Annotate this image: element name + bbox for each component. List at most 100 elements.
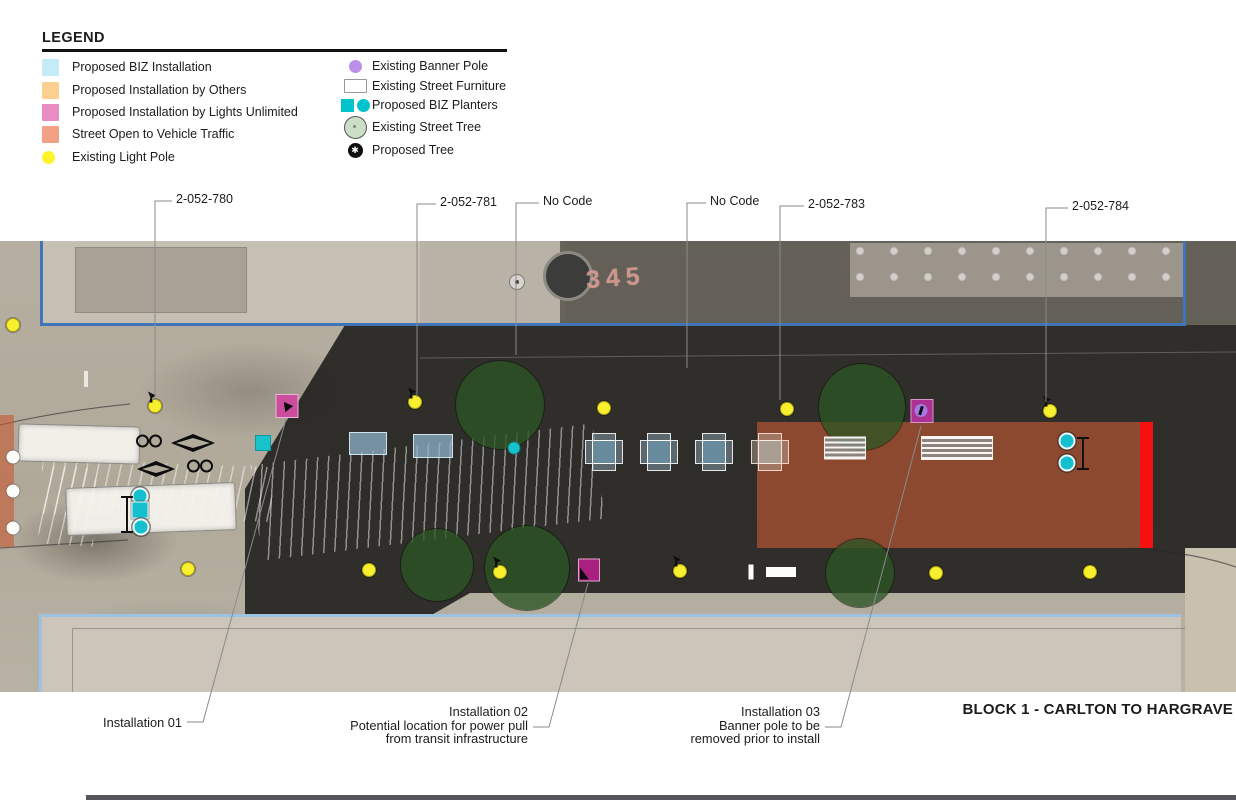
legend-item-label: Proposed Tree xyxy=(372,143,454,157)
legend-item-label: Proposed BIZ Installation xyxy=(72,60,212,74)
pavement-mark xyxy=(84,371,88,387)
pole-code-callout: 2-052-781 xyxy=(440,195,497,209)
bike-lane-marking xyxy=(136,434,162,449)
legend-underline xyxy=(42,49,507,52)
street-furniture-table xyxy=(640,433,678,471)
existing-street-tree xyxy=(826,539,894,607)
legend-item-c2-3: Existing Street Tree xyxy=(338,115,482,139)
street-tree-icon xyxy=(343,115,367,139)
existing-street-tree xyxy=(456,361,544,449)
legend-item-c1-1: Proposed Installation by Others xyxy=(42,79,246,101)
white-pole-dot xyxy=(6,521,20,535)
legend-marker xyxy=(42,81,72,99)
existing-light-pole xyxy=(6,318,20,332)
plan-sheet: { "title": "BLOCK 1 - CARLTON TO HARGRAV… xyxy=(0,0,1236,800)
proposed-biz-planter xyxy=(132,518,150,536)
legend-item-label: Existing Banner Pole xyxy=(372,59,489,73)
street-furniture-table xyxy=(751,433,789,471)
installation-note-line: from transit infrastructure xyxy=(385,731,528,747)
vehicle xyxy=(65,482,237,536)
planter-circle-icon xyxy=(356,98,370,112)
legend-item-label: Proposed BIZ Planters xyxy=(372,98,498,112)
sheet-border-bar xyxy=(86,795,1236,800)
existing-light-pole xyxy=(929,566,943,580)
legend-item-c1-0: Proposed BIZ Installation xyxy=(42,56,212,78)
installation-note-line: Installation 01 xyxy=(103,715,182,730)
dimension-bracket xyxy=(1077,437,1089,470)
proposed-biz-planter xyxy=(1058,454,1076,472)
legend-marker xyxy=(42,150,72,164)
existing-bench xyxy=(824,436,866,460)
proposed-biz-planter-square xyxy=(255,435,271,451)
legend-marker xyxy=(338,115,372,139)
legend-swatch xyxy=(42,58,59,76)
lights-unlimited-installation xyxy=(578,558,600,582)
legend-item-c1-4: Existing Light Pole xyxy=(42,146,175,168)
legend-marker xyxy=(338,59,372,73)
existing-light-pole xyxy=(362,563,376,577)
planter-square-icon xyxy=(340,98,354,112)
legend-marker xyxy=(338,98,372,112)
proposed-biz-planter-dot xyxy=(507,441,521,455)
installation-note: Installation 03 Banner pole to be removed … xyxy=(480,705,820,746)
installation-note-line: Installation 03 xyxy=(741,704,820,719)
street-furniture xyxy=(766,567,796,577)
dimension-bracket xyxy=(121,496,133,533)
vehicle xyxy=(17,423,141,465)
pole-code-callout: 2-052-780 xyxy=(176,192,233,206)
installation-note: Installation 02 Potential location for po… xyxy=(188,705,528,746)
legend-item-label: Existing Street Furniture xyxy=(372,79,507,93)
legend-marker xyxy=(42,103,72,121)
proposed-biz-planter xyxy=(1058,432,1076,450)
bike-lane-marking xyxy=(187,459,213,474)
installation-note-line: Banner pole to be xyxy=(718,717,820,733)
legend-marker xyxy=(42,58,72,76)
existing-light-pole xyxy=(780,402,794,416)
installation-note-line: removed prior to install xyxy=(690,731,820,747)
legend-item-label: Existing Light Pole xyxy=(72,150,175,164)
proposed-biz-planter-square xyxy=(131,501,149,519)
legend-swatch xyxy=(42,81,59,99)
installation-note: Installation 01 xyxy=(0,716,182,730)
installation-note-line: Installation 02 xyxy=(449,704,528,719)
existing-street-tree xyxy=(401,529,473,601)
zone-biz xyxy=(413,434,453,458)
legend-item-c1-3: Street Open to Vehicle Traffic xyxy=(42,123,234,145)
pole-code-callout: No Code xyxy=(543,194,593,208)
legend-title: LEGEND xyxy=(42,30,105,46)
pole-code-callout: 2-052-783 xyxy=(808,197,865,211)
existing-light-pole xyxy=(597,401,611,415)
white-pole-dot xyxy=(6,484,20,498)
legend-dot xyxy=(42,150,55,164)
zone-biz xyxy=(349,432,387,455)
legend-item-label: Existing Street Tree xyxy=(372,120,482,134)
legend-item-c2-4: ✱ Proposed Tree xyxy=(338,139,454,161)
legend-item-c1-2: Proposed Installation by Lights Unlimite… xyxy=(42,101,298,123)
street-furniture xyxy=(748,564,754,580)
legend-item-c2-2: Proposed BIZ Planters xyxy=(338,94,498,116)
site-plan-map: 345 xyxy=(0,241,1236,692)
existing-light-pole xyxy=(181,562,195,576)
banner-pole-installation xyxy=(910,399,934,423)
legend-marker xyxy=(42,125,72,143)
legend-swatch xyxy=(42,125,59,143)
street-furniture-icon xyxy=(343,79,367,93)
block-title: BLOCK 1 - CARLTON TO HARGRAVE xyxy=(962,701,1233,718)
proposed-tree-icon: ✱ xyxy=(347,142,363,158)
lights-unlimited-installation xyxy=(275,394,299,418)
legend-item-c2-0: Existing Banner Pole xyxy=(338,55,488,77)
zone-red-bar xyxy=(1140,422,1153,548)
legend-dot xyxy=(348,59,362,73)
street-furniture-table xyxy=(695,433,733,471)
legend-swatch xyxy=(42,103,59,121)
biz-planters-icon xyxy=(340,98,370,112)
legend-item-label: Street Open to Vehicle Traffic xyxy=(72,127,235,141)
existing-bench xyxy=(921,436,993,460)
legend-item-label: Proposed Installation by Lights Unlimite… xyxy=(72,105,298,119)
installation-note-line: Potential location for power pull xyxy=(350,717,528,733)
white-pole-dot xyxy=(6,450,20,464)
pole-code-callout: No Code xyxy=(710,194,760,208)
legend-marker xyxy=(338,79,372,93)
building-number: 345 xyxy=(585,261,647,295)
rooftop-pole xyxy=(509,274,525,290)
